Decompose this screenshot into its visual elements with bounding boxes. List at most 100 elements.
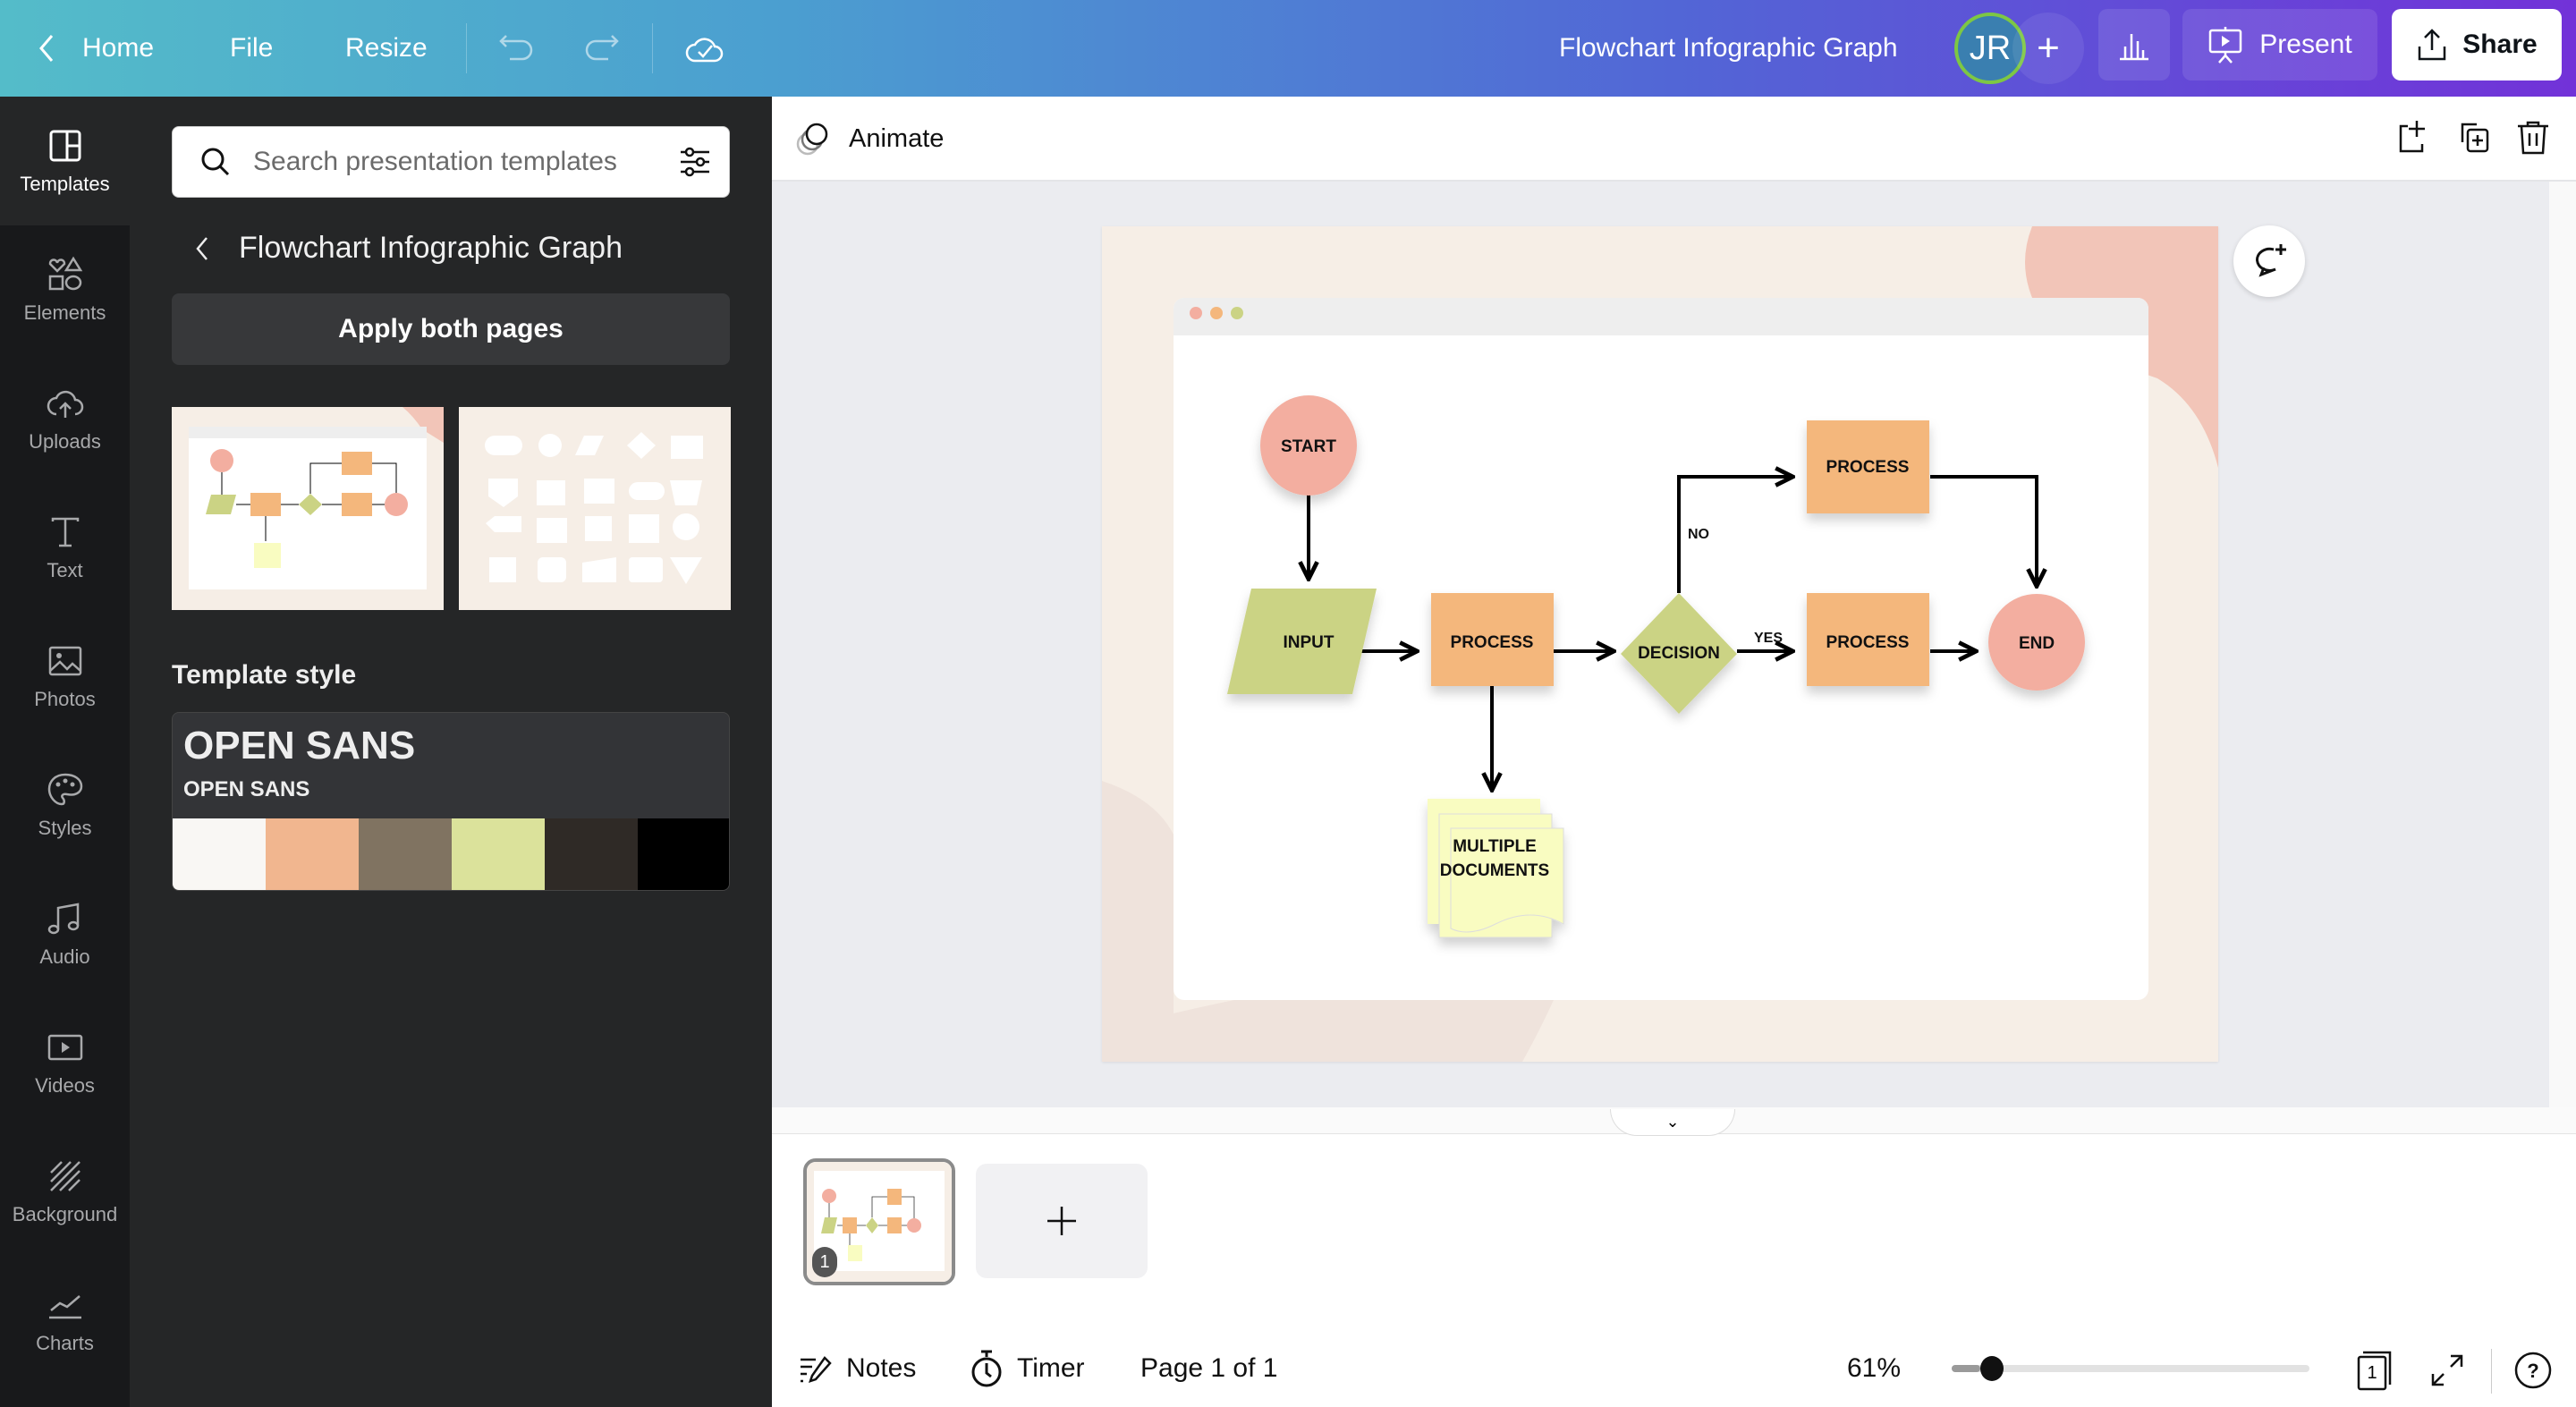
share-label: Share [2462,30,2538,59]
end-label: END [2019,634,2055,653]
notes-label: Notes [846,1353,917,1383]
share-button[interactable]: Share [2392,9,2562,81]
design-page[interactable]: START INPUT PROCESS DECISION PROCESS PRO… [1102,226,2218,1062]
insights-button[interactable] [2098,9,2170,81]
resize-menu[interactable]: Resize [345,0,428,97]
zoom-slider-thumb[interactable] [1980,1356,2004,1381]
search-input[interactable] [253,147,665,177]
page-indicator-text: Page 1 of 1 [1140,1353,1278,1383]
rail-item-photos[interactable]: Photos [0,612,130,741]
comment-add-icon [2256,244,2286,277]
page-indicator: Page 1 of 1 [1140,1342,1277,1395]
rail-label: Templates [20,173,110,195]
color-swatch [638,818,729,890]
filter-sliders-icon[interactable] [677,144,713,180]
zoom-percent-text: 61% [1847,1353,1902,1383]
apply-label: Apply both pages [338,314,564,343]
rail-label: Uploads [29,430,101,453]
music-note-icon [47,903,79,935]
collapse-pages-button[interactable]: ⌄ [1610,1109,1735,1136]
rail-item-uploads[interactable]: Uploads [0,354,130,483]
add-page-icon[interactable] [2395,119,2433,157]
search-icon [201,148,230,176]
rail-label: Audio [39,945,90,968]
zoom-percent[interactable]: 61% [1847,1342,1901,1395]
home-button[interactable]: Home [36,0,154,97]
file-menu[interactable]: File [230,0,273,97]
video-icon [47,1034,82,1061]
redo-icon [585,35,619,61]
divider [2491,1349,2492,1394]
page-count-badge: 1 [2367,1362,2377,1383]
animate-button[interactable]: Animate [792,97,944,182]
side-rail: Templates Elements Uploads Text Photos S… [0,97,130,1407]
elements-icon [48,256,82,291]
docs-label-line2: DOCUMENTS [1440,861,1549,880]
help-icon[interactable]: ? [2513,1351,2553,1390]
present-icon [2209,27,2242,64]
template-page-thumbnail-1[interactable] [172,407,444,610]
home-label: Home [82,33,155,63]
color-swatch [173,818,266,890]
docs-label-line1: MULTIPLE [1453,837,1537,856]
trash-icon[interactable] [2514,119,2552,157]
search-box[interactable] [172,126,730,198]
color-swatch [266,818,359,890]
share-upload-icon [2419,29,2446,61]
rail-item-elements[interactable]: Elements [0,225,130,354]
redo-button[interactable] [581,0,621,97]
document-title-text: Flowchart Infographic Graph [1559,33,1898,63]
rail-label: Text [47,559,83,581]
chevron-left-icon [39,35,54,62]
undo-button[interactable] [497,0,537,97]
chevron-down-icon: ⌄ [1665,1113,1680,1131]
text-icon [51,517,79,547]
timer-button[interactable]: Timer [969,1342,1085,1395]
duplicate-page-icon[interactable] [2455,119,2493,157]
rail-item-videos[interactable]: Videos [0,998,130,1127]
template-page-thumbnail-2[interactable] [459,407,731,610]
rail-item-background[interactable]: Background [0,1127,130,1256]
rail-item-audio[interactable]: Audio [0,869,130,998]
file-label: File [230,33,274,63]
collection-title: Flowchart Infographic Graph [239,231,623,265]
rail-item-templates[interactable]: Templates [0,97,130,225]
rail-item-charts[interactable]: Charts [0,1256,130,1385]
present-label: Present [2259,30,2352,59]
upload-cloud-icon [47,390,83,418]
back-chevron-icon[interactable] [192,233,212,265]
invite-button[interactable]: + [2012,13,2084,84]
flowchart-thumbnail [189,407,444,589]
window-dot-red [1190,307,1202,319]
decision-label: DECISION [1638,644,1720,663]
rail-label: Elements [23,301,106,324]
avatar-initials: JR [1969,29,2012,67]
input-label: INPUT [1284,633,1335,652]
page-thumbnail-1[interactable]: 1 [803,1158,955,1285]
document-title[interactable]: Flowchart Infographic Graph [1559,0,1898,97]
window-dot-orange [1210,307,1223,319]
notes-icon [801,1356,832,1383]
bar-chart-icon [2120,34,2148,61]
add-comment-button[interactable] [2233,225,2305,297]
background-hatch-icon [49,1161,80,1191]
collection-header: Flowchart Infographic Graph [192,231,623,266]
present-button[interactable]: Present [2182,9,2377,81]
apply-both-pages-button[interactable]: Apply both pages [172,293,730,365]
rail-item-styles[interactable]: Styles [0,741,130,869]
vertical-scrollbar[interactable] [2549,182,2576,1107]
page-grid-button[interactable]: 1 [2356,1349,2395,1392]
templates-icon [49,130,80,162]
plus-icon: + [2037,26,2060,70]
notes-button[interactable]: Notes [798,1342,916,1395]
animate-label: Animate [849,124,945,153]
template-style-card[interactable]: OPEN SANS OPEN SANS [172,712,730,891]
undo-icon [499,35,533,61]
rail-item-text[interactable]: Text [0,483,130,612]
fullscreen-icon[interactable] [2429,1352,2465,1388]
animate-icon [796,123,828,155]
add-page-button[interactable] [976,1164,1148,1278]
save-status-button[interactable] [684,0,725,97]
rail-label: Videos [35,1074,95,1097]
zoom-slider[interactable] [1952,1356,2309,1381]
